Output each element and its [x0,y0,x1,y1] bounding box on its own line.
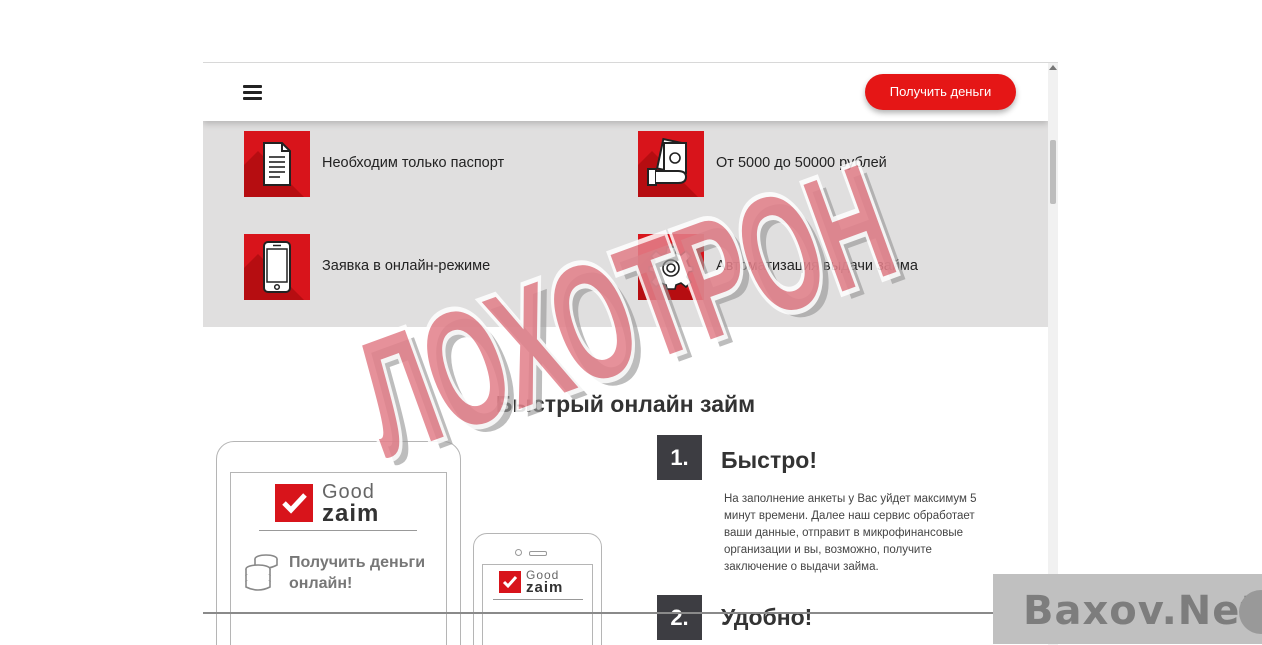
logo-zaim-text: zaim [526,579,564,596]
logo-zaim-text: zaim [322,500,380,527]
coins-icon [244,551,280,598]
scroll-thumb[interactable] [1050,140,1056,204]
phone-speaker [529,551,547,556]
tablet-screen: Good zaim Получить деньги онлайн! [230,472,447,645]
viewport-bottom-border [203,612,1048,614]
get-money-online-text: Получить деньги онлайн! [289,554,426,592]
logo-divider [493,599,583,600]
scroll-up-arrow-icon[interactable] [1049,65,1057,70]
section-title: Быстрый онлайн займ [495,391,756,417]
site-watermark: Baxov.Net [993,574,1262,644]
step-title: Удобно! [721,604,813,630]
smartphone-icon [244,234,310,300]
feature-label: Автоматизация выдачи займа [716,258,918,274]
tablet-illustration: Good zaim Получить деньги онлайн! [216,441,461,645]
feature-label: Необходим только паспорт [322,155,505,171]
get-money-button[interactable]: Получить деньги [865,74,1016,110]
logo-divider [259,530,417,531]
step-number: 1. [657,435,702,480]
document-icon [244,131,310,197]
vertical-scrollbar[interactable] [1048,63,1058,645]
features-section: Необходим только паспорт От 5000 до 5000… [203,121,1048,327]
step-number: 2. [657,595,702,640]
watermark-text: Baxov.Net [1023,588,1261,634]
feature-label: Заявка в онлайн-режиме [322,258,491,274]
step-title: Быстро! [721,447,817,473]
money-in-hand-icon [638,131,704,197]
check-logo-icon [499,571,521,593]
phone-illustration: Good zaim [473,533,602,645]
phone-screen: Good zaim [482,564,593,645]
site-header: Получить деньги [203,63,1048,121]
check-logo-icon [275,484,313,522]
browser-viewport: Получить деньги Необходим только паспорт [203,62,1058,645]
phone-camera [515,549,522,556]
hamburger-menu-icon[interactable] [243,84,262,100]
feature-label: От 5000 до 50000 рублей [716,155,887,171]
step-description: На заполнение анкеты у Вас уйдет максиму… [724,493,977,573]
gear-icon [638,234,704,300]
